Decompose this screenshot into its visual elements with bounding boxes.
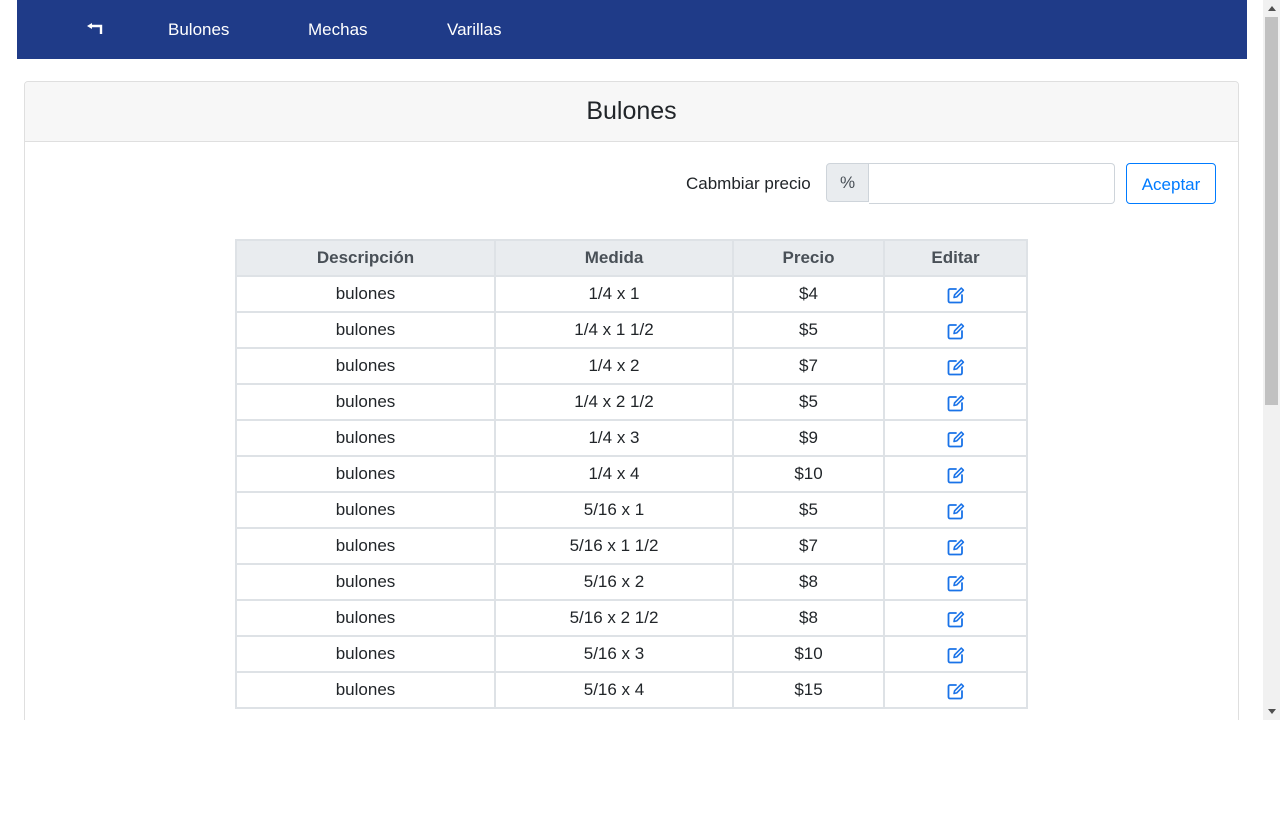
cell-editar xyxy=(883,491,1028,529)
table-row: bulones 1/4 x 2 1/2 $5 xyxy=(235,383,1028,421)
edit-icon[interactable] xyxy=(947,394,965,412)
cell-precio: $5 xyxy=(732,311,885,349)
accept-button[interactable]: Aceptar xyxy=(1126,163,1216,204)
edit-icon[interactable] xyxy=(947,322,965,340)
cell-precio: $5 xyxy=(732,383,885,421)
cell-precio: $8 xyxy=(732,563,885,601)
edit-icon[interactable] xyxy=(947,358,965,376)
nav-link-varillas[interactable]: Varillas xyxy=(447,19,501,41)
cell-medida: 5/16 x 1 1/2 xyxy=(494,527,734,565)
top-navbar: Bulones Mechas Varillas xyxy=(17,0,1247,59)
page-title: Bulones xyxy=(586,97,677,125)
viewport: Bulones Mechas Varillas Bulones Cabmbiar… xyxy=(0,0,1263,720)
vertical-scrollbar[interactable] xyxy=(1263,0,1280,720)
cell-medida: 1/4 x 2 xyxy=(494,347,734,385)
table-row: bulones 1/4 x 4 $10 xyxy=(235,455,1028,493)
nav-link-mechas[interactable]: Mechas xyxy=(308,19,368,41)
column-header-precio: Precio xyxy=(732,239,885,277)
back-arrow-icon[interactable] xyxy=(79,18,113,42)
card-header: Bulones xyxy=(25,82,1238,142)
edit-icon[interactable] xyxy=(947,646,965,664)
scroll-up-arrow-icon[interactable] xyxy=(1263,0,1280,17)
cell-descripcion: bulones xyxy=(235,599,496,637)
cell-editar xyxy=(883,563,1028,601)
cell-precio: $7 xyxy=(732,527,885,565)
table-row: bulones 5/16 x 3 $10 xyxy=(235,635,1028,673)
table-row: bulones 1/4 x 2 $7 xyxy=(235,347,1028,385)
table-row: bulones 1/4 x 1 $4 xyxy=(235,275,1028,313)
scroll-down-arrow-icon[interactable] xyxy=(1263,703,1280,720)
products-table: Descripción Medida Precio Editar bulones… xyxy=(235,239,1028,709)
cell-precio: $4 xyxy=(732,275,885,313)
cell-descripcion: bulones xyxy=(235,671,496,709)
edit-icon[interactable] xyxy=(947,502,965,520)
table-row: bulones 1/4 x 1 1/2 $5 xyxy=(235,311,1028,349)
column-header-editar: Editar xyxy=(883,239,1028,277)
table-header-row: Descripción Medida Precio Editar xyxy=(235,239,1028,277)
price-change-label: Cabmbiar precio xyxy=(686,174,811,193)
edit-icon[interactable] xyxy=(947,610,965,628)
cell-precio: $9 xyxy=(732,419,885,457)
cell-precio: $10 xyxy=(732,635,885,673)
edit-icon[interactable] xyxy=(947,430,965,448)
cell-descripcion: bulones xyxy=(235,383,496,421)
cell-editar xyxy=(883,671,1028,709)
cell-descripcion: bulones xyxy=(235,347,496,385)
cell-medida: 1/4 x 3 xyxy=(494,419,734,457)
cell-editar xyxy=(883,599,1028,637)
cell-precio: $10 xyxy=(732,455,885,493)
products-card: Bulones Cabmbiar precio % Aceptar Descri… xyxy=(24,81,1239,720)
nav-link-bulones[interactable]: Bulones xyxy=(168,19,229,41)
cell-editar xyxy=(883,527,1028,565)
cell-descripcion: bulones xyxy=(235,491,496,529)
scrollbar-thumb[interactable] xyxy=(1265,17,1278,405)
edit-icon[interactable] xyxy=(947,286,965,304)
cell-medida: 5/16 x 2 1/2 xyxy=(494,599,734,637)
cell-editar xyxy=(883,311,1028,349)
table-body: bulones 1/4 x 1 $4 bulones 1/4 x 1 1/2 $… xyxy=(235,275,1028,709)
edit-icon[interactable] xyxy=(947,682,965,700)
column-header-descripcion: Descripción xyxy=(235,239,496,277)
cell-medida: 1/4 x 1 1/2 xyxy=(494,311,734,349)
table-row: bulones 5/16 x 2 $8 xyxy=(235,563,1028,601)
edit-icon[interactable] xyxy=(947,538,965,556)
cell-descripcion: bulones xyxy=(235,563,496,601)
cell-editar xyxy=(883,347,1028,385)
cell-precio: $15 xyxy=(732,671,885,709)
cell-descripcion: bulones xyxy=(235,455,496,493)
cell-descripcion: bulones xyxy=(235,275,496,313)
cell-editar xyxy=(883,419,1028,457)
table-row: bulones 1/4 x 3 $9 xyxy=(235,419,1028,457)
edit-icon[interactable] xyxy=(947,574,965,592)
cell-medida: 5/16 x 1 xyxy=(494,491,734,529)
cell-editar xyxy=(883,383,1028,421)
table-row: bulones 5/16 x 1 1/2 $7 xyxy=(235,527,1028,565)
cell-descripcion: bulones xyxy=(235,635,496,673)
cell-descripcion: bulones xyxy=(235,311,496,349)
edit-icon[interactable] xyxy=(947,466,965,484)
cell-precio: $7 xyxy=(732,347,885,385)
percent-addon: % xyxy=(826,163,869,202)
cell-medida: 1/4 x 1 xyxy=(494,275,734,313)
column-header-medida: Medida xyxy=(494,239,734,277)
cell-medida: 1/4 x 2 1/2 xyxy=(494,383,734,421)
table-row: bulones 5/16 x 2 1/2 $8 xyxy=(235,599,1028,637)
cell-precio: $8 xyxy=(732,599,885,637)
percent-input[interactable] xyxy=(869,163,1115,204)
table-row: bulones 5/16 x 1 $5 xyxy=(235,491,1028,529)
cell-medida: 5/16 x 4 xyxy=(494,671,734,709)
cell-medida: 5/16 x 2 xyxy=(494,563,734,601)
cell-editar xyxy=(883,275,1028,313)
table-row: bulones 5/16 x 4 $15 xyxy=(235,671,1028,709)
cell-editar xyxy=(883,635,1028,673)
cell-precio: $5 xyxy=(732,491,885,529)
cell-descripcion: bulones xyxy=(235,419,496,457)
cell-descripcion: bulones xyxy=(235,527,496,565)
cell-medida: 1/4 x 4 xyxy=(494,455,734,493)
cell-editar xyxy=(883,455,1028,493)
cell-medida: 5/16 x 3 xyxy=(494,635,734,673)
